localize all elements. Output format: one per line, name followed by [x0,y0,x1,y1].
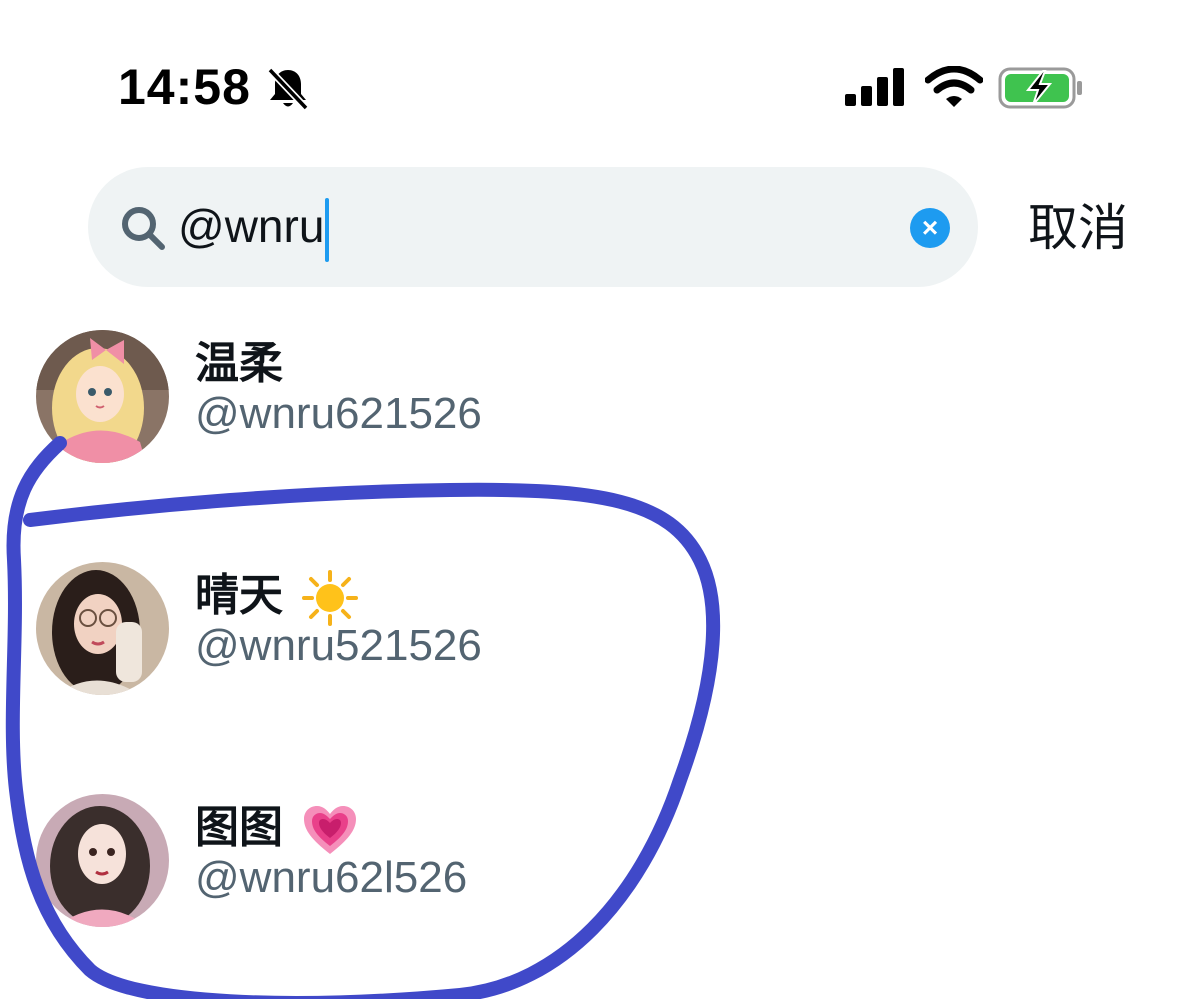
search-result-item[interactable]: 温柔 @wnru621526 [0,330,1179,470]
search-icon [122,207,165,250]
avatar[interactable] [36,562,169,695]
cancel-button[interactable]: 取消 [1028,198,1128,258]
search-query-text: @wnru [178,200,325,252]
battery-charging-icon [998,67,1082,109]
growing-heart-emoji [304,806,357,854]
status-bar: 14:58 [0,0,1179,130]
result-name: 温柔 [195,338,283,389]
avatar[interactable] [36,794,169,927]
avatar[interactable] [36,330,169,463]
result-name: 晴天 [195,570,359,626]
status-time: 14:58 [118,59,251,115]
bell-slash-icon [267,67,309,111]
result-handle: @wnru62l526 [195,853,468,902]
result-handle: @wnru621526 [195,389,482,438]
result-name: 图图 [195,802,358,856]
wifi-icon [925,66,983,107]
sun-emoji [302,570,359,626]
search-result-item[interactable]: 图图 @wnru62l526 [0,794,1179,934]
clear-icon[interactable]: × [910,208,950,248]
search-input[interactable]: @wnru [178,193,330,262]
text-caret [325,197,330,262]
result-handle: @wnru521526 [195,621,482,670]
search-result-item[interactable]: 晴天 @wnru521526 [0,562,1179,702]
search-bar[interactable]: @wnru × [88,167,978,287]
cellular-signal-icon [845,68,904,106]
